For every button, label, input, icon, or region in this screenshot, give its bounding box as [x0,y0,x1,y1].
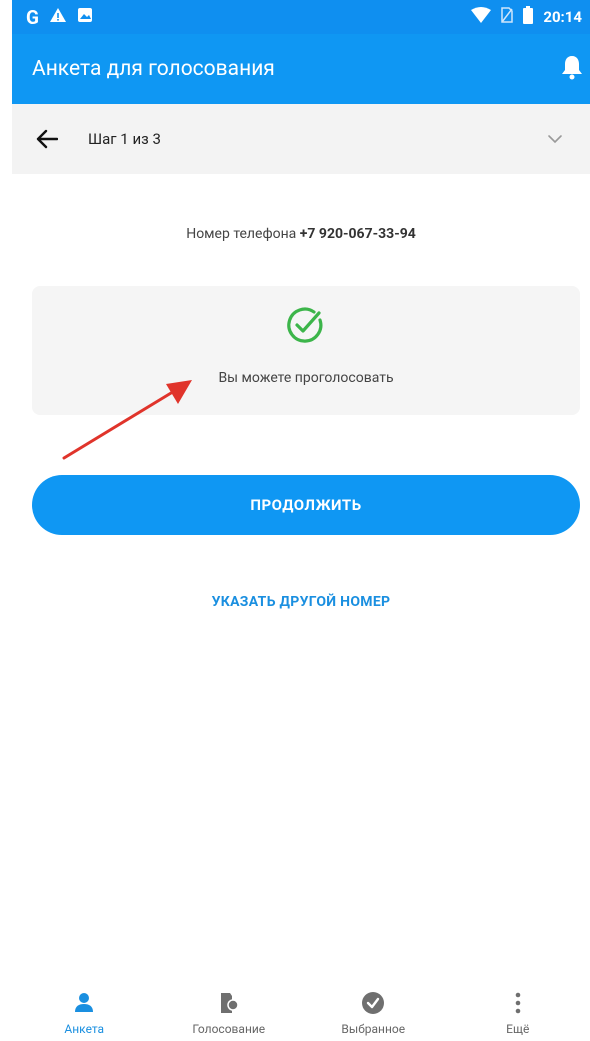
phone-number: +7 920-067-33-94 [299,226,416,242]
ballot-icon [220,993,239,1013]
nav-item-anketa[interactable]: Анкета [12,980,157,1041]
nav-item-voting[interactable]: Голосование [157,980,302,1041]
check-badge-icon [362,992,385,1014]
phone-info: Номер телефона +7 920-067-33-94 [12,226,590,242]
back-arrow-icon[interactable] [36,126,62,152]
person-icon [75,993,94,1012]
bottom-nav: Анкета Голосование Выбранное Ещё [12,980,590,1041]
step-indicator: Шаг 1 из 3 [88,130,161,148]
wifi-icon [471,7,492,27]
warning-icon [49,7,67,27]
step-bar: Шаг 1 из 3 [12,104,590,174]
image-icon [77,7,93,27]
nav-label: Анкета [64,1022,105,1036]
nav-label: Выбранное [341,1022,406,1036]
chevron-down-icon[interactable] [546,130,564,148]
annotation-arrow-icon [62,380,192,460]
continue-button[interactable]: ПРОДОЛЖИТЬ [32,475,580,535]
bell-icon[interactable] [560,54,584,84]
check-circle-icon [287,307,323,343]
page-title: Анкета для голосования [32,57,275,81]
status-time: 20:14 [543,8,582,26]
no-sim-icon [501,7,514,27]
app-bar: Анкета для голосования [12,34,590,104]
nav-label: Голосование [192,1022,266,1036]
phone-label: Номер телефона [186,226,297,242]
nav-item-selected[interactable]: Выбранное [301,980,446,1041]
change-number-link[interactable]: УКАЗАТЬ ДРУГОЙ НОМЕР [12,594,590,610]
more-vertical-icon [515,992,521,1014]
nav-item-more[interactable]: Ещё [446,980,590,1041]
status-bar: G 20:14 [12,0,590,34]
nav-label: Ещё [506,1022,530,1036]
battery-icon [523,6,534,28]
google-icon: G [26,5,39,29]
